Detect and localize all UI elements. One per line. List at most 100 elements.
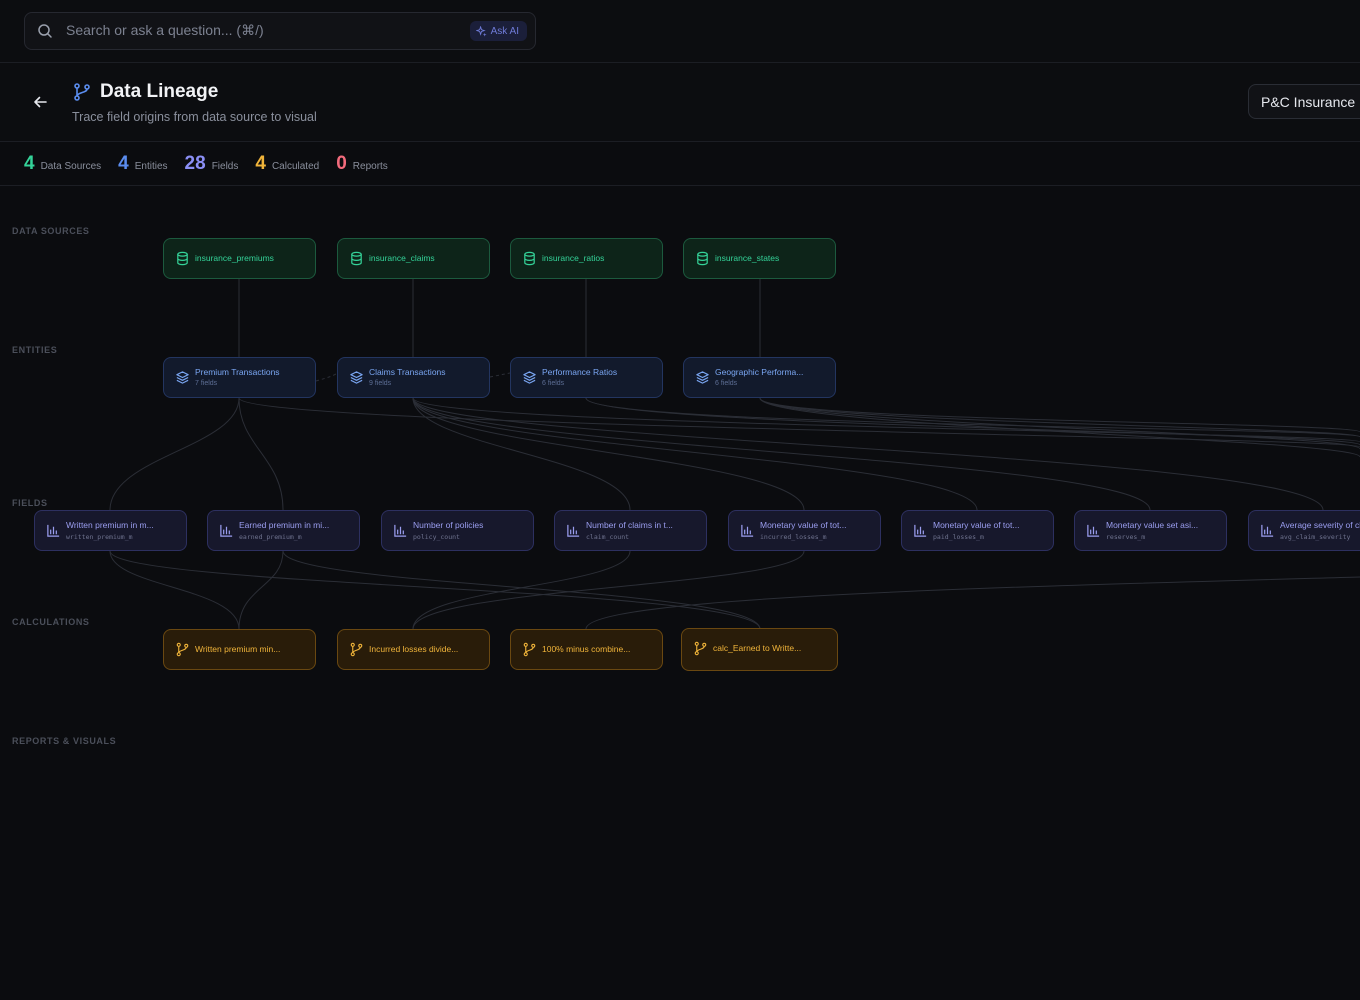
calculation-node[interactable]: calc_Earned to Writte... [681,628,838,671]
calculation-node[interactable]: 100% minus combine... [510,629,663,670]
connector-line [412,397,805,511]
top-bar: Search or ask a question... (⌘/) Ask AI [0,0,1360,63]
entity-field-count: 7 fields [195,380,218,387]
entity-field-count: 6 fields [715,380,738,387]
bar-chart-icon [220,524,233,537]
page-header: Data Lineage Trace field origins from da… [0,63,1360,142]
calculation-name: Incurred losses divide... [369,644,459,654]
entity-node[interactable]: Performance Ratios 6 fields [510,357,663,398]
stat-label: Entities [134,160,168,172]
field-name: Monetary value set asi... [1106,520,1199,530]
git-branch-icon [694,641,707,656]
git-branch-icon [176,642,189,657]
connector-line [315,372,338,382]
layers-icon [350,371,363,384]
connector-line [109,550,240,630]
layers-icon [696,371,709,384]
data-source-name: insurance_states [715,253,780,263]
field-node[interactable]: Monetary value set asi... reserves_m [1074,510,1227,551]
connector-line [109,397,240,511]
field-column: reserves_m [1106,533,1146,541]
calculation-name: 100% minus combine... [542,644,631,654]
arrow-left-icon[interactable] [30,93,50,111]
field-column: avg_claim_severity [1280,533,1351,541]
ask-ai-label: Ask AI [490,25,519,37]
field-node[interactable]: Monetary value of tot... incurred_losses… [728,510,881,551]
page-subtitle: Trace field origins from data source to … [72,110,317,124]
field-node[interactable]: Monetary value of tot... paid_losses_m [901,510,1054,551]
page-title: Data Lineage [100,81,219,102]
field-column: claim_count [586,533,630,541]
bar-chart-icon [914,524,927,537]
data-source-node[interactable]: insurance_claims [337,238,490,279]
field-name: Monetary value of tot... [760,520,847,530]
stat-calculated: 4 Calculated [255,153,319,175]
stat-value: 0 [336,152,347,174]
layers-icon [176,371,189,384]
field-node[interactable]: Earned premium in mi... earned_premium_m [207,510,360,551]
field-node[interactable]: Number of policies policy_count [381,510,534,551]
database-icon [524,251,535,266]
stats-bar: 4 Data Sources 4 Entities 28 Fields 4 Ca… [0,142,1360,186]
data-source-name: insurance_premiums [195,253,274,263]
field-column: policy_count [413,533,460,541]
data-source-node[interactable]: insurance_premiums [163,238,316,279]
stat-value: 4 [24,152,35,174]
entity-node[interactable]: Premium Transactions 7 fields [163,357,316,398]
stat-label: Reports [352,160,388,172]
field-column: written_premium_m [66,533,133,541]
stat-label: Data Sources [40,160,102,172]
field-column: incurred_losses_m [760,533,827,541]
data-source-name: insurance_claims [369,253,435,263]
field-name: Earned premium in mi... [239,520,330,530]
dataset-selector[interactable]: P&C Insurance D [1248,84,1360,119]
calculation-node[interactable]: Written premium min... [163,629,316,670]
lane-label-reports: REPORTS & VISUALS [12,736,117,746]
field-node[interactable]: Written premium in m... written_premium_… [34,510,187,551]
connector-line [412,550,631,630]
connector-line [489,372,511,378]
bar-chart-icon [1261,524,1274,537]
entity-field-count: 6 fields [542,380,565,387]
entity-field-count: 9 fields [369,380,392,387]
field-node[interactable]: Number of claims in t... claim_count [554,510,707,551]
field-name: Written premium in m... [66,520,154,530]
layers-icon [523,371,536,384]
entity-name: Claims Transactions [369,367,446,377]
lineage-connections [109,279,1360,630]
field-column: paid_losses_m [933,533,984,541]
field-name: Number of policies [413,520,484,530]
bar-chart-icon [47,524,60,537]
field-name: Average severity of cl... [1280,520,1360,530]
search-bar[interactable]: Search or ask a question... (⌘/) Ask AI [24,12,536,50]
data-source-name: insurance_ratios [542,253,605,263]
lane-label-entities: ENTITIES [12,345,58,355]
database-icon [697,251,708,266]
stat-value: 28 [184,152,206,174]
lane-label-calculations: CALCULATIONS [12,617,90,627]
bar-chart-icon [741,524,754,537]
entity-node[interactable]: Claims Transactions 9 fields [337,357,490,398]
connector-line [109,550,761,630]
git-branch-icon [350,642,363,657]
stat-reports: 0 Reports [336,153,388,175]
stat-value: 4 [118,152,129,174]
entity-node[interactable]: Geographic Performa... 6 fields [683,357,836,398]
calculation-node[interactable]: Incurred losses divide... [337,629,490,670]
stat-entities: 4 Entities [118,153,167,175]
bar-chart-icon [394,524,407,537]
stat-fields: 28 Fields [185,153,239,175]
git-branch-icon [74,83,90,101]
data-source-node[interactable]: insurance_ratios [510,238,663,279]
entity-name: Geographic Performa... [715,367,804,377]
search-input[interactable]: Search or ask a question... (⌘/) [66,22,264,39]
connector-line [238,550,284,630]
calculation-name: Written premium min... [195,644,281,654]
data-source-node[interactable]: insurance_states [683,238,836,279]
stat-label: Fields [211,160,239,172]
field-node[interactable]: Average severity of cl... avg_claim_seve… [1248,510,1360,551]
git-branch-icon [523,642,536,657]
ask-ai-button[interactable]: Ask AI [469,21,527,41]
calculation-name: calc_Earned to Writte... [713,643,802,653]
lineage-canvas[interactable]: DATA SOURCES ENTITIES FIELDS CALCULATION… [0,187,1360,1000]
